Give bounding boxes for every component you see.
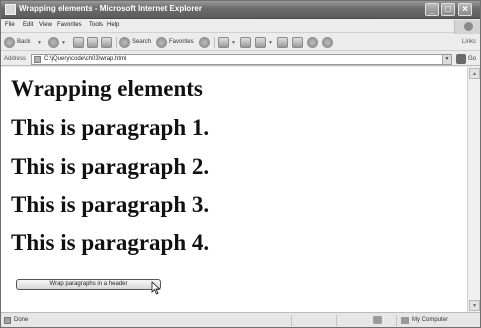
research-button[interactable]: [292, 36, 304, 49]
back-label: Back: [17, 39, 31, 45]
print-icon: [240, 37, 251, 48]
favorites-button[interactable]: Favorites: [156, 36, 196, 49]
discuss-icon: [277, 37, 288, 48]
search-button[interactable]: Search: [119, 36, 153, 49]
scroll-up-button[interactable]: ▲: [469, 68, 480, 79]
stop-button[interactable]: [73, 36, 85, 49]
title-bar: Wrapping elements - Microsoft Internet E…: [1, 1, 480, 19]
standard-toolbar: Back ▼ ▼ Search Favorites ▼ ▼ Links: [1, 34, 480, 51]
favorites-label: Favorites: [169, 39, 194, 45]
paragraph-heading-3: This is paragraph 3.: [11, 192, 210, 217]
menu-file[interactable]: File: [5, 22, 15, 28]
security-zone-icon: [373, 316, 382, 324]
page-heading: Wrapping elements: [11, 76, 203, 101]
chevron-up-icon: ▲: [472, 71, 477, 77]
back-arrow-icon: [4, 37, 15, 48]
status-bar: Done My Computer: [1, 312, 480, 327]
vertical-scrollbar[interactable]: ▲ ▼: [467, 67, 480, 312]
minimize-icon: _: [429, 4, 435, 15]
windows-logo-icon: [464, 22, 473, 31]
toolbar-separator: [214, 37, 215, 48]
address-value: C:\jQuery\code\ch03\wrap.html: [44, 56, 127, 62]
menu-favorites[interactable]: Favorites: [57, 22, 82, 28]
go-label: Go: [468, 56, 477, 62]
close-icon: ×: [462, 4, 468, 15]
research-icon: [292, 37, 303, 48]
discuss-button[interactable]: [277, 36, 289, 49]
page-icon: [34, 56, 41, 63]
gear-icon: [322, 37, 333, 48]
menu-bar: File Edit View Favorites Tools Help: [1, 20, 480, 34]
windows-logo-box: [454, 20, 480, 34]
edit-icon: [255, 37, 266, 48]
address-dropdown[interactable]: ▼: [442, 55, 451, 64]
back-button[interactable]: Back: [4, 36, 34, 49]
status-panel: [336, 315, 366, 326]
scroll-down-button[interactable]: ▼: [469, 300, 480, 311]
stop-icon: [73, 37, 84, 48]
edit-button[interactable]: ▼: [255, 36, 273, 49]
chevron-down-icon: ▼: [61, 40, 66, 46]
mouse-cursor-icon: [151, 281, 161, 295]
window-title: Wrapping elements - Microsoft Internet E…: [19, 4, 202, 13]
forward-arrow-icon: [48, 37, 59, 48]
tools-button[interactable]: [322, 36, 334, 49]
go-button[interactable]: Go: [456, 54, 478, 65]
page-status-icon: [4, 317, 11, 324]
history-icon: [199, 37, 210, 48]
status-panel: [291, 315, 331, 326]
refresh-icon: [87, 37, 98, 48]
menu-help[interactable]: Help: [107, 22, 119, 28]
chevron-down-icon: ▼: [231, 40, 236, 46]
toolbar-separator: [116, 37, 117, 48]
ie-app-icon: [5, 4, 16, 15]
minimize-button[interactable]: _: [425, 3, 439, 16]
paragraph-heading-4: This is paragraph 4.: [11, 230, 210, 255]
wrap-paragraphs-button[interactable]: Wrap paragraphs in a header: [16, 279, 161, 290]
status-text: Done: [14, 317, 29, 323]
chevron-down-icon: ▼: [444, 56, 450, 62]
star-icon: [156, 37, 167, 48]
home-button[interactable]: [101, 36, 113, 49]
computer-icon: [401, 317, 409, 324]
maximize-button[interactable]: □: [441, 3, 455, 16]
chevron-down-icon: ▼: [268, 40, 273, 46]
page-content: Wrapping elements This is paragraph 1. T…: [1, 67, 467, 312]
address-input[interactable]: C:\jQuery\code\ch03\wrap.html ▼: [31, 54, 452, 65]
links-label[interactable]: Links: [462, 39, 476, 45]
maximize-icon: □: [444, 4, 452, 15]
mail-icon: [218, 37, 229, 48]
home-icon: [101, 37, 112, 48]
search-icon: [119, 37, 130, 48]
menu-view[interactable]: View: [39, 22, 52, 28]
messenger-icon: [307, 37, 318, 48]
chevron-down-icon: ▼: [37, 40, 42, 46]
chevron-down-icon: ▼: [472, 303, 477, 309]
address-bar: Address C:\jQuery\code\ch03\wrap.html ▼ …: [1, 52, 480, 66]
messenger-button[interactable]: [307, 36, 319, 49]
search-label: Search: [132, 39, 152, 45]
go-arrow-icon: [456, 54, 466, 64]
close-button[interactable]: ×: [458, 3, 472, 16]
address-label: Address: [4, 56, 27, 62]
menu-tools[interactable]: Tools: [89, 22, 103, 28]
zone-text: My Computer: [412, 317, 449, 323]
menu-edit[interactable]: Edit: [23, 22, 33, 28]
print-button[interactable]: [240, 36, 252, 49]
paragraph-heading-2: This is paragraph 2.: [11, 154, 210, 179]
browser-window: Wrapping elements - Microsoft Internet E…: [0, 0, 481, 328]
refresh-button[interactable]: [87, 36, 99, 49]
mail-button[interactable]: ▼: [218, 36, 236, 49]
history-button[interactable]: [199, 36, 211, 49]
paragraph-heading-1: This is paragraph 1.: [11, 115, 210, 140]
forward-button[interactable]: ▼: [48, 36, 66, 49]
back-dropdown[interactable]: ▼: [37, 36, 45, 49]
